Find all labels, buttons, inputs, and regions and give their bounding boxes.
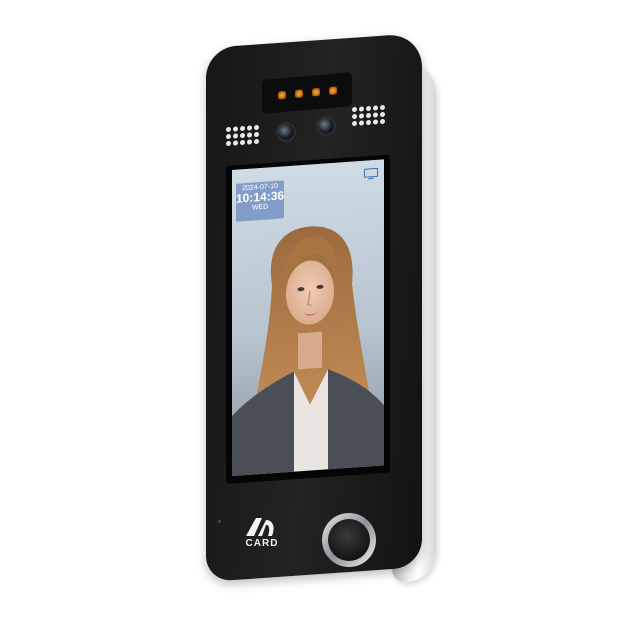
ir-led bbox=[277, 90, 286, 100]
speaker-grille-icon bbox=[352, 104, 385, 127]
ir-led bbox=[294, 89, 303, 99]
ir-led bbox=[328, 86, 337, 96]
indicator-dot bbox=[218, 520, 221, 523]
display-screen[interactable]: 2024-07-10 10:14:36 WED bbox=[232, 159, 384, 476]
monitor-icon[interactable] bbox=[364, 167, 378, 180]
ir-led bbox=[311, 87, 320, 97]
datetime-panel: 2024-07-10 10:14:36 WED bbox=[236, 180, 284, 222]
card-label: CARD bbox=[245, 538, 279, 549]
fingerprint-pad[interactable] bbox=[328, 519, 370, 561]
fingerprint-sensor-icon[interactable] bbox=[322, 513, 376, 567]
speaker-grille-icon bbox=[226, 124, 259, 147]
camera-icon bbox=[316, 116, 336, 136]
camera-icon bbox=[276, 122, 296, 142]
product-photo: 2024-07-10 10:14:36 WED CARD bbox=[0, 0, 640, 640]
